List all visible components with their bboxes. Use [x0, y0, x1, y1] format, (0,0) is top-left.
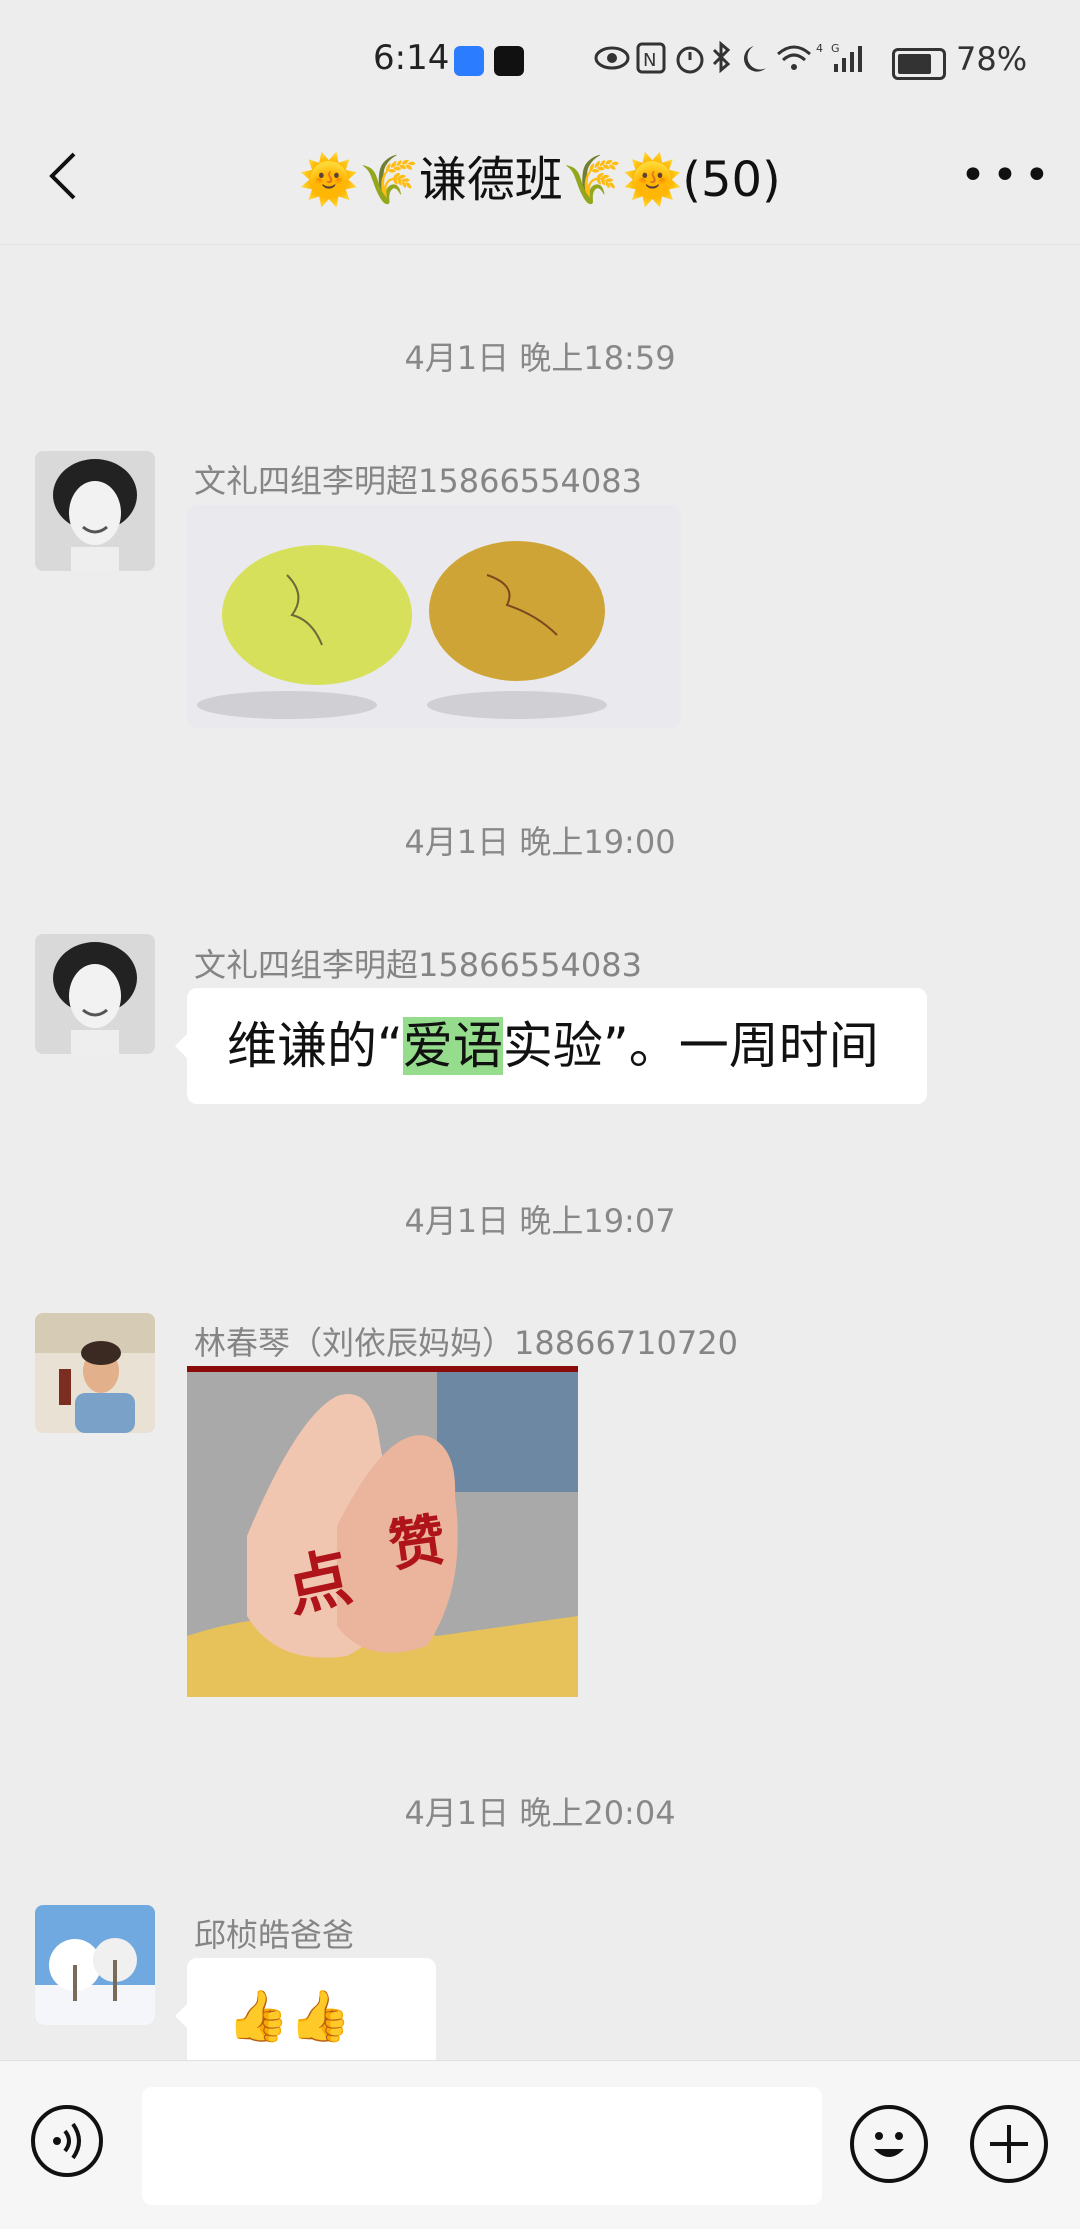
- bluetooth-icon: [712, 40, 731, 74]
- smiley-icon: [874, 2132, 904, 2157]
- nfc-icon: N: [636, 42, 666, 74]
- sender-name: 文礼四组李明超15866554083: [194, 462, 642, 500]
- chat-title: 🌞🌾谦德班🌾🌞(50): [299, 152, 781, 208]
- status-time: 6:14: [373, 38, 450, 78]
- more-button[interactable]: •••: [960, 150, 1050, 210]
- svg-text:N: N: [643, 50, 664, 71]
- plus-icon: [990, 2125, 1028, 2163]
- ellipsis-icon: •••: [960, 150, 1056, 201]
- voice-icon: [53, 2122, 81, 2160]
- battery-icon: [892, 48, 946, 80]
- avatar[interactable]: [35, 1313, 155, 1433]
- voice-button[interactable]: [31, 2105, 103, 2177]
- message-timestamp: 4月1日 晚上20:04: [404, 1794, 676, 1832]
- alarm-icon: [676, 46, 704, 74]
- moon-icon: [743, 46, 766, 72]
- plus-button[interactable]: [970, 2105, 1048, 2183]
- sticker-text-zan: 赞: [385, 1507, 450, 1580]
- avatar[interactable]: [35, 1905, 155, 2025]
- tiktok-app-icon: [494, 46, 524, 76]
- chat-header: 🌞🌾谦德班🌾🌞(50) •••: [0, 120, 1080, 245]
- bubble-tail: [175, 2004, 187, 2028]
- image-message[interactable]: [187, 505, 681, 728]
- svg-text:4G: 4G: [816, 42, 848, 55]
- input-bar: [0, 2060, 1080, 2229]
- sender-name: 文礼四组李明超15866554083: [194, 946, 642, 984]
- battery-percent: 78%: [956, 40, 1028, 78]
- message-input[interactable]: [142, 2087, 822, 2205]
- battery-fill: [898, 54, 931, 74]
- avatar[interactable]: [35, 934, 155, 1054]
- 4g-signal-icon: 4G: [816, 42, 862, 72]
- highlighted-text: 爱语: [402, 1017, 503, 1075]
- message-text: 实验”。一周时间: [502, 1017, 879, 1075]
- message-timestamp: 4月1日 晚上19:07: [404, 1202, 676, 1240]
- message-timestamp: 4月1日 晚上18:59: [404, 339, 676, 377]
- text-message-bubble[interactable]: 👍👍👍: [175, 1958, 436, 2161]
- avatar[interactable]: [35, 451, 155, 571]
- sticker-message[interactable]: 点 赞: [187, 1366, 578, 1697]
- emoji-button[interactable]: [850, 2105, 928, 2183]
- sender-name: 邱桢皓爸爸: [194, 1916, 355, 1954]
- system-status-icons: N 4G: [594, 40, 884, 84]
- eye-icon: [594, 46, 630, 70]
- text-message-bubble[interactable]: 维谦的“爱语实验”。一周时间: [175, 988, 927, 1104]
- status-bar: 6:14 N 4G 78%: [0, 0, 1080, 120]
- message-text: 维谦的“: [227, 1017, 403, 1075]
- bubble-tail: [175, 1034, 187, 1058]
- sender-name: 林春琴（刘依辰妈妈）18866710720: [194, 1324, 738, 1362]
- message-timestamp: 4月1日 晚上19:00: [404, 823, 676, 861]
- maps-app-icon: [454, 46, 484, 76]
- wifi-icon: [777, 45, 811, 70]
